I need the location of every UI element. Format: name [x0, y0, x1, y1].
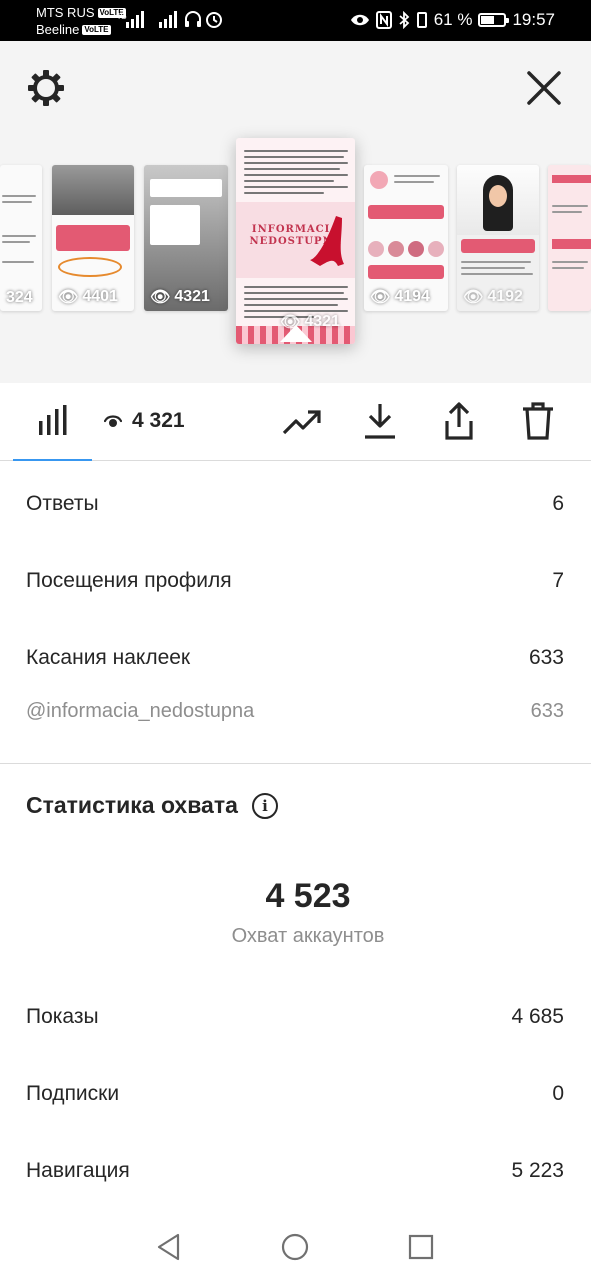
- settings-gear-icon[interactable]: [26, 68, 66, 108]
- status-bar: MTS RUS VoLTE Beeline VoLTE 4G 61 % 19:5…: [0, 0, 591, 41]
- accounts-reached-value: 4 523: [265, 877, 351, 915]
- active-tab-indicator: [13, 459, 92, 461]
- recents-nav-icon[interactable]: [406, 1232, 436, 1262]
- row-value: 0: [552, 1082, 564, 1105]
- eye-icon: [104, 415, 122, 427]
- back-nav-icon[interactable]: [154, 1232, 184, 1262]
- story-thumbnail[interactable]: [548, 165, 591, 311]
- story-toolbar: 4 321: [0, 383, 591, 461]
- tab-insights[interactable]: [28, 403, 76, 439]
- eye-icon: 👁: [370, 289, 391, 306]
- sticker-taps-row: Касания наклеек 633: [26, 646, 564, 670]
- trending-up-icon: [282, 410, 321, 435]
- story-thumbnail[interactable]: 👁 4321: [144, 165, 228, 311]
- info-icon[interactable]: i: [251, 792, 278, 819]
- profile-visits-row: Посещения профиля 7: [26, 569, 564, 593]
- selected-story-pointer: [280, 325, 312, 342]
- close-icon[interactable]: [524, 68, 564, 108]
- replies-row: Ответы 6: [26, 492, 564, 516]
- row-label: Посещения профиля: [26, 569, 232, 592]
- bluetooth-icon: [399, 11, 410, 29]
- eye-icon: [350, 14, 369, 26]
- battery-icon: [478, 13, 510, 27]
- carrier2-label: Beeline: [36, 22, 80, 37]
- nfc-icon: [375, 11, 392, 29]
- section-divider: [0, 763, 591, 764]
- signal-icon: 4G: [116, 11, 144, 28]
- row-label: Навигация: [26, 1159, 130, 1182]
- delete-button[interactable]: [518, 401, 558, 441]
- story-thumbnail[interactable]: 👁 4192: [457, 165, 539, 311]
- row-label: Ответы: [26, 492, 99, 515]
- row-value: 5 223: [511, 1159, 564, 1182]
- current-story-thumbnail[interactable]: INFORMACIA NEDOSTUPNA 👁 4321: [236, 138, 355, 344]
- share-icon: [445, 402, 473, 440]
- story-views: 👁 4321: [150, 288, 210, 306]
- story-thumbnail[interactable]: 324: [0, 165, 42, 311]
- row-value: 7: [552, 569, 564, 592]
- headphones-icon: [185, 11, 201, 27]
- mention-value: 633: [530, 700, 564, 722]
- volte-badge-2: VoLTE: [82, 24, 111, 35]
- alarm-icon: [206, 12, 222, 28]
- row-value: 633: [528, 646, 564, 669]
- bar-chart-icon: [39, 405, 67, 435]
- eye-icon: 👁: [150, 289, 171, 306]
- tab-viewers[interactable]: 4 321: [104, 403, 185, 439]
- download-button[interactable]: [360, 401, 400, 441]
- mention-label: @informacia_nedostupna: [26, 700, 255, 722]
- follows-row: Подписки 0: [26, 1082, 564, 1106]
- net-type-label: 4G: [116, 12, 127, 21]
- eye-icon: 👁: [463, 289, 484, 306]
- signal-icon-2: [159, 11, 177, 28]
- story-thumbnail[interactable]: 👁 4401: [52, 165, 134, 311]
- story-views: 👁 4192: [463, 288, 523, 306]
- story-views: 324: [6, 289, 33, 306]
- reach-title-text: Статистика охвата: [26, 792, 238, 818]
- heel-shoe-icon: [310, 216, 344, 266]
- story-views: 👁 4401: [58, 288, 118, 306]
- trash-icon: [523, 402, 553, 440]
- vibrate-icon: [416, 12, 427, 28]
- share-button[interactable]: [439, 401, 479, 441]
- story-thumbnail[interactable]: 👁 4194: [364, 165, 448, 311]
- eye-icon: 👁: [58, 289, 79, 306]
- sticker-mention-row[interactable]: @informacia_nedostupna 633: [26, 700, 564, 723]
- row-label: Подписки: [26, 1082, 120, 1105]
- promote-button[interactable]: [280, 403, 324, 443]
- battery-fill: [481, 16, 495, 24]
- accounts-reached-label: Охват аккаунтов: [231, 925, 385, 947]
- home-nav-icon[interactable]: [280, 1232, 310, 1262]
- row-value: 4 685: [511, 1005, 564, 1028]
- carrier1-label: MTS RUS: [36, 5, 95, 20]
- views-count: 4 321: [132, 409, 185, 432]
- story-views: 👁 4194: [370, 288, 430, 306]
- row-label: Показы: [26, 1005, 99, 1028]
- row-label: Касания наклеек: [26, 646, 191, 669]
- clock: 19:57: [512, 10, 555, 29]
- download-icon: [365, 404, 395, 439]
- battery-percent: 61 %: [433, 10, 473, 29]
- impressions-row: Показы 4 685: [26, 1005, 564, 1029]
- row-value: 6: [552, 492, 564, 515]
- navigation-row: Навигация 5 223: [26, 1159, 564, 1183]
- system-nav-bar: [0, 1212, 591, 1280]
- reach-section-title: Статистика охвата i: [26, 792, 278, 819]
